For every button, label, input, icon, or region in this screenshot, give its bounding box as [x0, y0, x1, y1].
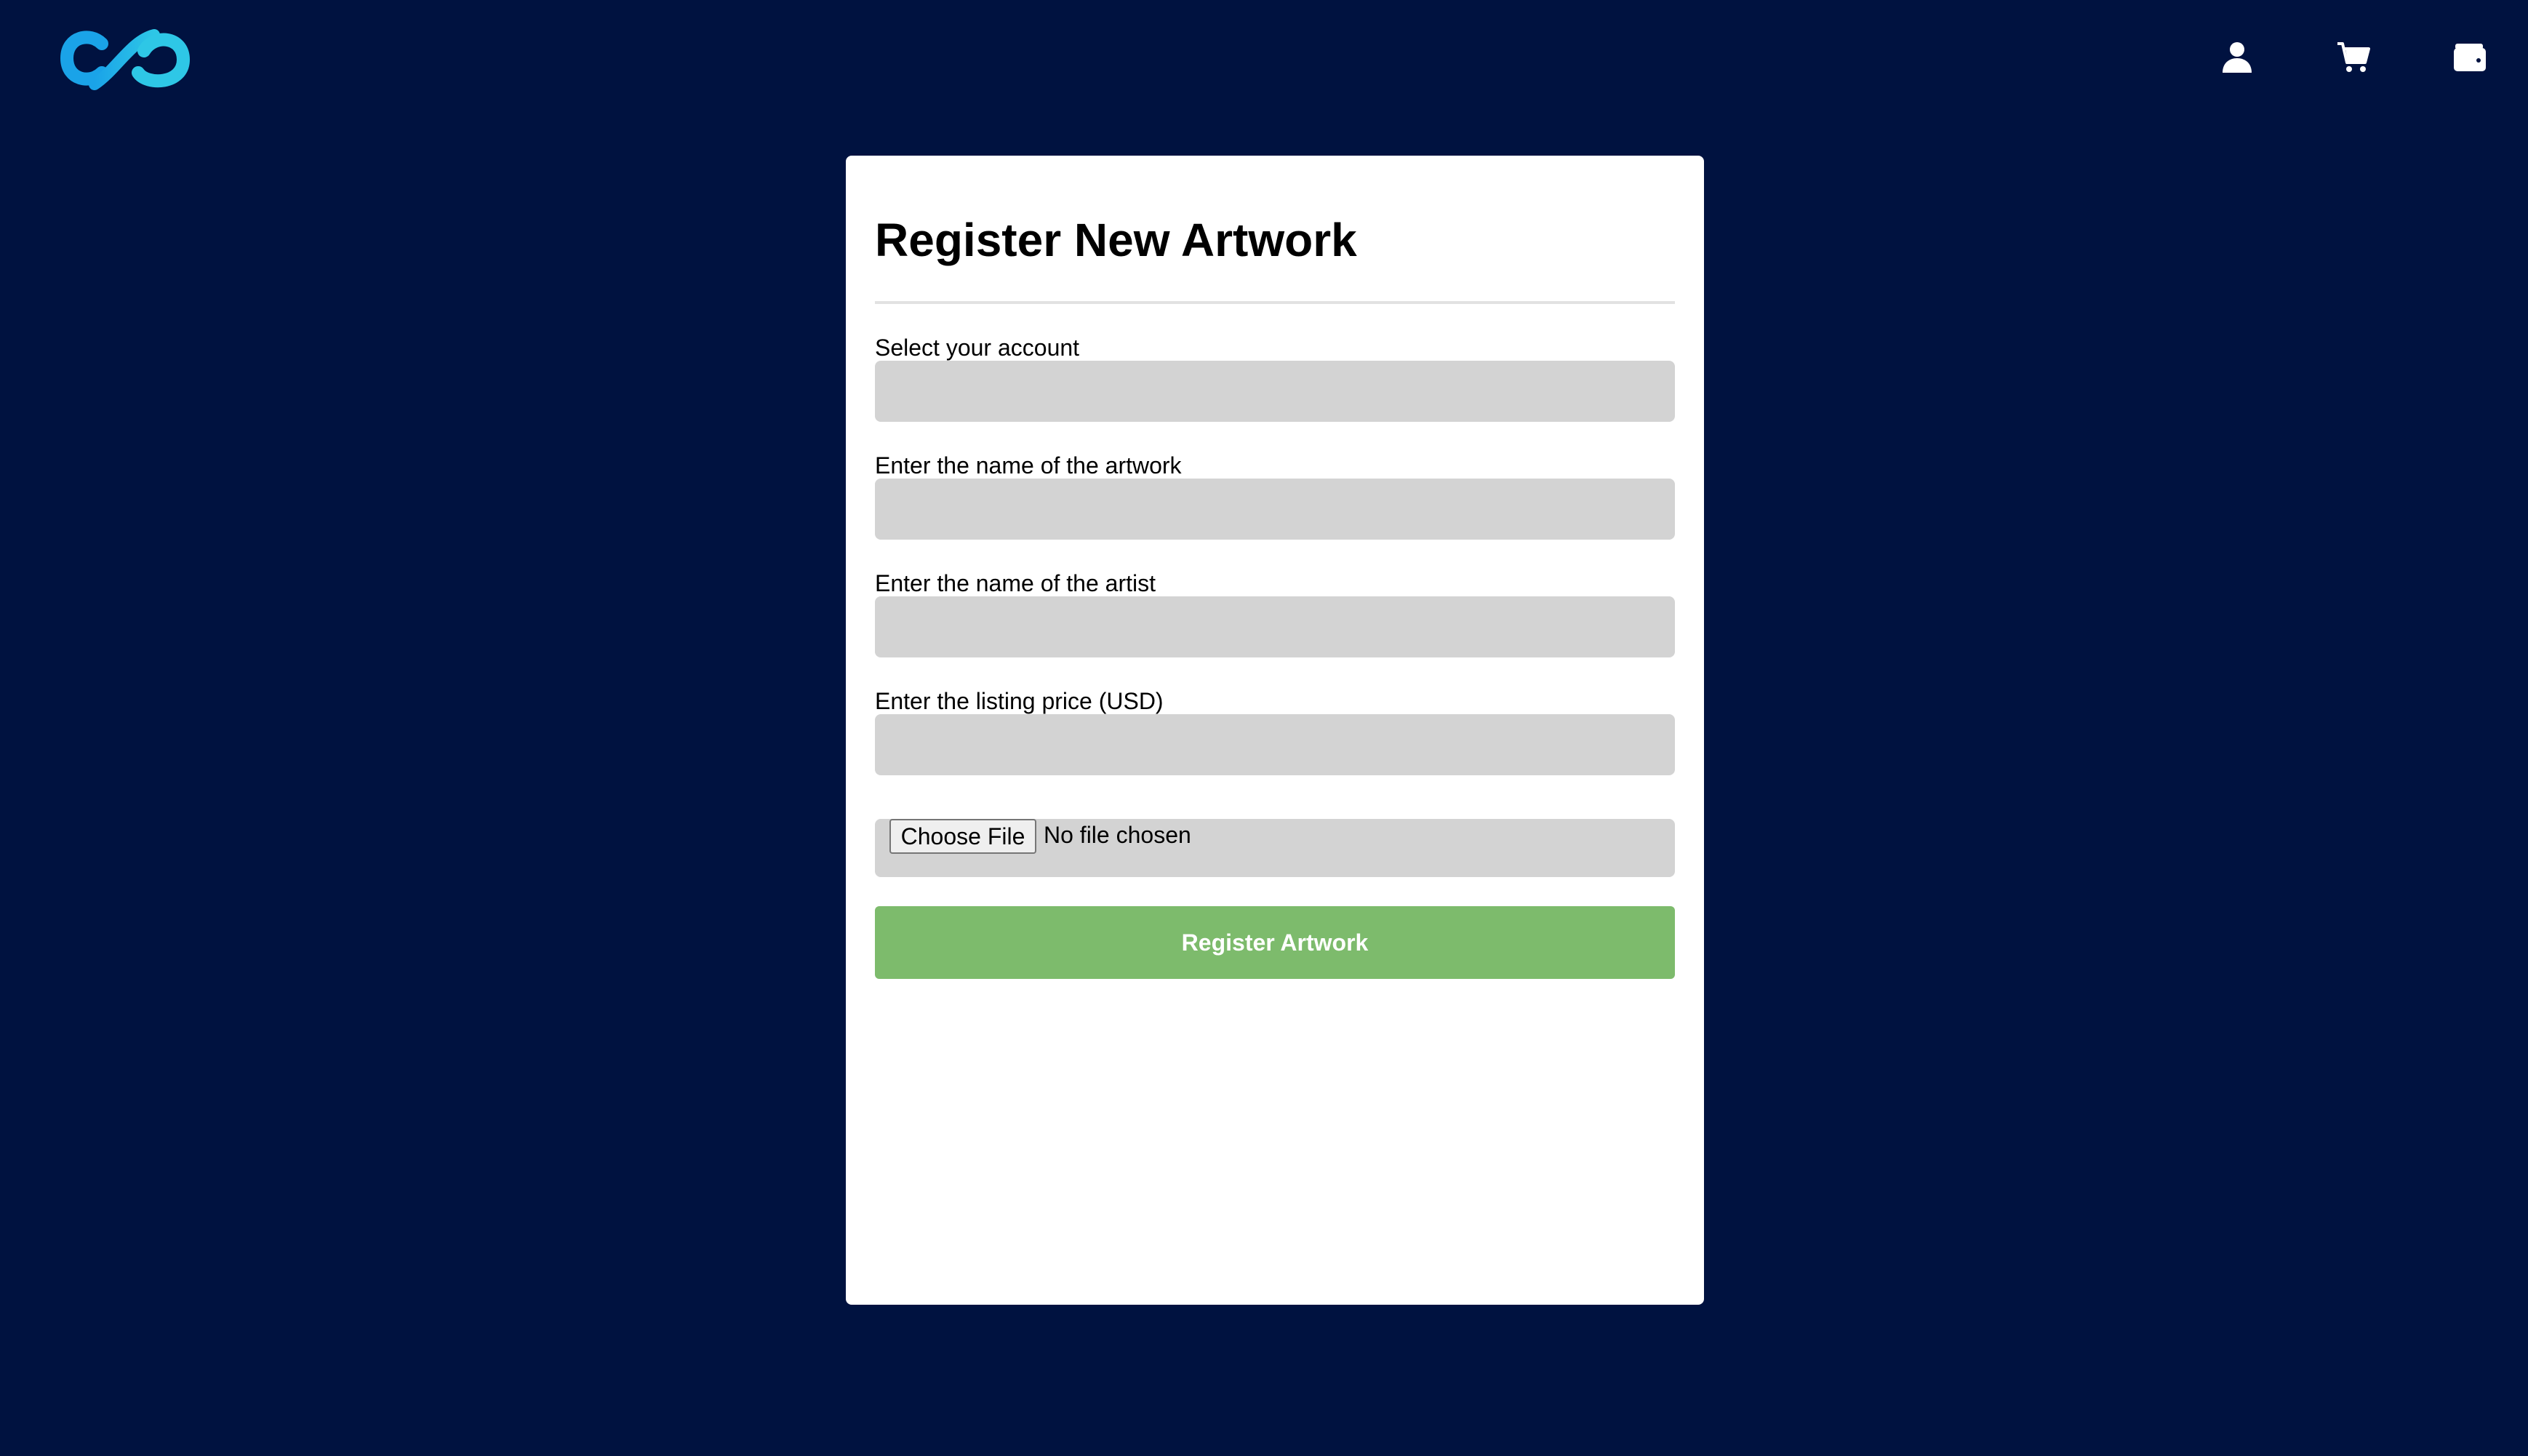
cart-icon[interactable] — [2336, 39, 2371, 74]
file-status-text: No file chosen — [1044, 822, 1191, 848]
account-label: Select your account — [875, 335, 1080, 361]
user-icon[interactable] — [2220, 39, 2255, 74]
artist-name-input[interactable] — [875, 596, 1675, 657]
artwork-name-label: Enter the name of the artwork — [875, 452, 1182, 479]
divider — [875, 301, 1675, 304]
infinity-logo-icon[interactable] — [58, 26, 192, 90]
artist-name-label: Enter the name of the artist — [875, 570, 1156, 596]
register-artwork-card: Register New Artwork Select your account… — [846, 156, 1704, 1305]
account-input[interactable] — [875, 361, 1675, 422]
register-artwork-button[interactable]: Register Artwork — [875, 906, 1675, 979]
artwork-name-input[interactable] — [875, 479, 1675, 540]
page-title: Register New Artwork — [875, 214, 1357, 266]
file-upload-field: Choose File No file chosen — [875, 819, 1675, 877]
choose-file-button[interactable]: Choose File — [889, 819, 1036, 854]
wallet-icon[interactable] — [2452, 39, 2487, 74]
listing-price-label: Enter the listing price (USD) — [875, 688, 1164, 714]
listing-price-input[interactable] — [875, 714, 1675, 775]
